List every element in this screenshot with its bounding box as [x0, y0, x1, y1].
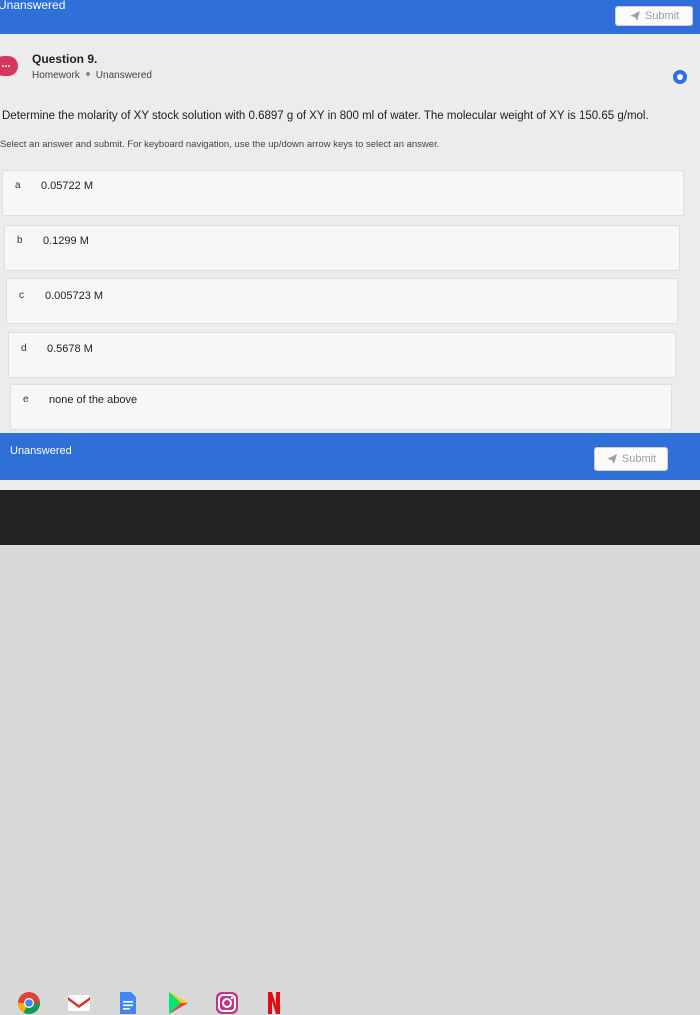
top-status-bar: Unanswered Submit: [0, 0, 700, 34]
option-letter: b: [17, 235, 23, 246]
taskbar-shelf: [0, 490, 700, 1014]
question-title: Question 9.: [32, 52, 98, 66]
question-header: ... Question 9. Homework Unanswered: [0, 48, 700, 88]
top-status-text: Unanswered: [0, 0, 66, 12]
option-text: 0.05722 M: [41, 180, 93, 192]
top-submit-label: Submit: [644, 10, 680, 22]
question-meta: Homework Unanswered: [32, 70, 152, 81]
question-status: Unanswered: [95, 70, 152, 81]
option-text: 0.5678 M: [47, 343, 93, 355]
answer-option-d[interactable]: d 0.5678 M: [8, 332, 676, 378]
bottom-submit-label: Submit: [621, 453, 657, 465]
docs-icon[interactable]: [116, 991, 140, 1015]
answer-option-e[interactable]: e none of the above: [10, 384, 672, 430]
app-screen: Unanswered Submit ... Question 9. Homewo…: [0, 0, 700, 490]
option-letter: d: [21, 343, 27, 354]
netflix-icon[interactable]: [262, 991, 286, 1015]
answer-option-c[interactable]: c 0.005723 M: [6, 278, 678, 324]
option-letter: a: [15, 180, 21, 191]
answer-option-a[interactable]: a 0.05722 M: [2, 170, 684, 216]
top-submit-button[interactable]: Submit: [615, 6, 693, 26]
option-text: 0.005723 M: [45, 290, 104, 302]
option-text: 0.1299 M: [43, 235, 89, 247]
answer-option-b[interactable]: b 0.1299 M: [4, 225, 680, 271]
option-letter: e: [23, 394, 29, 405]
question-text: Determine the molarity of XY stock solut…: [2, 110, 649, 122]
send-icon: [629, 11, 640, 21]
separator-dot: [85, 72, 90, 77]
chrome-icon[interactable]: [17, 991, 41, 1015]
option-text: none of the above: [49, 394, 138, 406]
send-icon: [606, 454, 617, 464]
instruction-text: Select an answer and submit. For keyboar…: [0, 139, 440, 150]
bottom-submit-button[interactable]: Submit: [594, 447, 668, 471]
play-store-icon[interactable]: [166, 991, 190, 1015]
question-badge: ...: [0, 56, 18, 76]
info-icon[interactable]: [673, 70, 687, 84]
instagram-icon[interactable]: [215, 991, 239, 1015]
question-type: Homework: [32, 70, 80, 81]
option-letter: c: [19, 290, 24, 301]
gmail-icon[interactable]: [67, 991, 91, 1015]
bottom-status-text: Unanswered: [10, 445, 72, 457]
